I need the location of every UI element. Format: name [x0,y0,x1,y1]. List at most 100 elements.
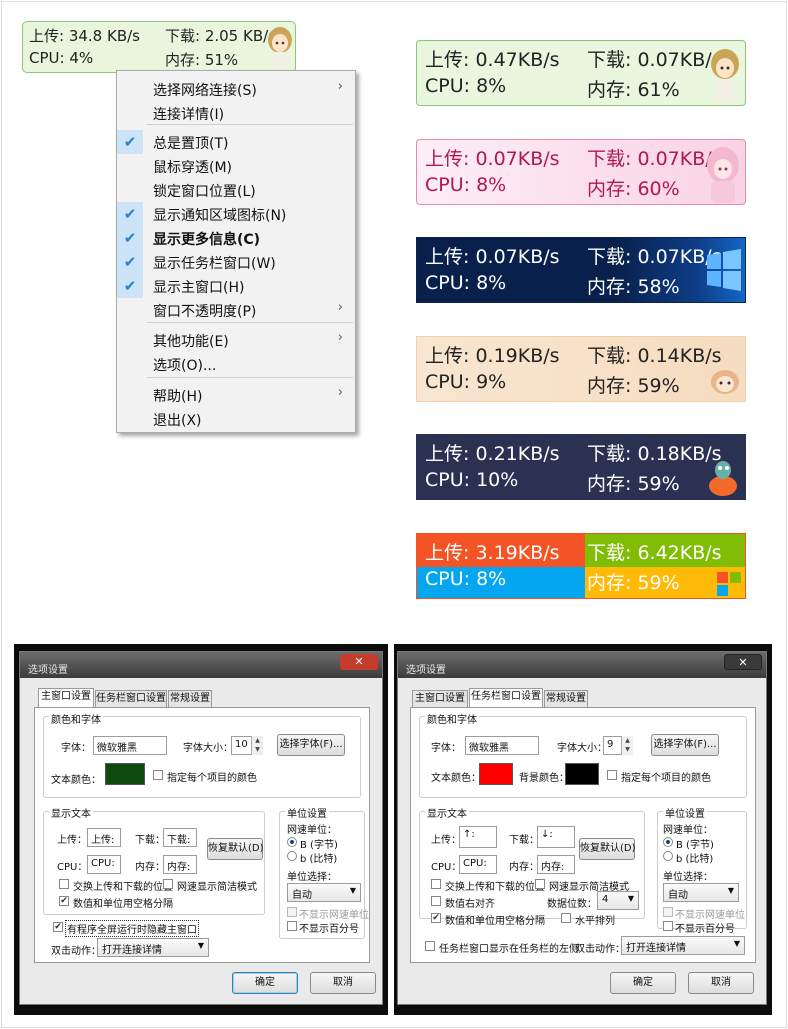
skin-up-text: 上传: 0.47KB/s [425,49,560,71]
value-right-checkbox[interactable] [431,896,441,906]
double-click-select[interactable]: 打开连接详情 ▼ [97,938,209,957]
font-name-field[interactable]: 微软雅黑 [93,736,167,755]
close-icon[interactable]: ✕ [340,654,378,670]
dialog-title: 选项设置 [406,665,446,676]
simple-speed-checkbox[interactable] [163,879,173,889]
menu-item[interactable]: ✔ 显示通知区域图标(N) [117,202,355,226]
bg-color-swatch[interactable] [565,763,599,785]
cancel-button[interactable]: 取消 [688,972,754,994]
space-unit-label: 数值和单位用空格分隔 [73,899,173,910]
unit-select-label: 单位选择： [287,872,337,883]
unit-select[interactable]: 自动 ▼ [663,883,739,902]
menu-item[interactable]: 连接详情(I) [117,101,355,125]
swap-updown-checkbox[interactable] [431,879,441,889]
space-unit-checkbox[interactable]: ✔ [431,913,441,923]
font-size-stepper[interactable]: ▲ ▼ [251,736,263,755]
tab-general[interactable]: 常规设置 [544,690,588,708]
font-name-field[interactable]: 微软雅黑 [465,736,539,755]
choose-font-button[interactable]: 选择字体(F)... [277,734,345,756]
text-color-swatch[interactable] [105,763,145,785]
skin-up-text: 上传: 0.21KB/s [425,443,560,465]
space-unit-checkbox[interactable]: ✔ [59,896,69,906]
upload-label: 上传： [431,835,461,846]
unit-byte-radio[interactable] [287,837,297,847]
restore-default-button[interactable]: 恢复默认(D) [579,838,636,860]
memory-text-field[interactable]: 内存: [163,855,197,874]
memory-label: 内存： [509,862,539,873]
digits-select[interactable]: 4 ▼ [597,891,639,910]
close-icon[interactable]: ✕ [724,654,762,670]
ok-button[interactable]: 确定 [232,972,298,994]
hide-percent-checkbox[interactable] [287,921,297,931]
menu-item[interactable]: ✔ 显示更多信息(C) [117,226,355,250]
menu-item[interactable]: 选择网络连接(S) › [117,77,355,101]
dialog-screenshot-taskbar: 选项设置 ✕ 主窗口设置 任务栏窗口设置 常规设置 颜色和字体 字体： 微软雅黑… [394,644,772,1015]
unit-byte-label: B (字节) [676,840,714,851]
font-size-stepper[interactable]: ▲ ▼ [621,736,633,755]
horizontal-checkbox[interactable] [561,913,571,923]
menu-item[interactable]: 退出(X) [117,407,355,431]
swap-updown-checkbox[interactable] [59,879,69,889]
tab-main-window[interactable]: 主窗口设置 [38,688,94,708]
download-text-field[interactable]: ↓: [537,826,575,848]
upload-text-field[interactable]: 上传: [87,828,121,847]
dialog-titlebar: 选项设置 ✕ [20,652,382,678]
skin-cpu-text: CPU: 8% [425,568,507,590]
menu-separator [147,322,353,323]
menu-item[interactable]: 其他功能(E) › [117,328,355,352]
chevron-down-icon: ▼ [627,894,634,903]
hide-speed-unit-checkbox[interactable] [663,907,673,917]
upload-text-field[interactable]: ↑: [459,826,497,848]
menu-item[interactable]: ✔ 显示主窗口(H) [117,274,355,298]
skin-cpu-text: CPU: 9% [425,371,507,393]
checkmark-icon: ✔ [117,130,143,154]
skin-mem-text: 内存: 59% [587,572,680,594]
ok-button[interactable]: 确定 [610,972,676,994]
hide-speed-unit-checkbox[interactable] [287,907,297,917]
cpu-label: CPU： [431,862,462,873]
menu-item[interactable]: 锁定窗口位置(L) [117,178,355,202]
cartoon-character-icon [711,370,739,394]
skin-cpu-text: CPU: 10% [425,469,519,491]
digits-label: 数据位数： [547,899,597,910]
simple-speed-checkbox[interactable] [535,879,545,889]
memory-usage: 内存: 51% [165,51,239,69]
hide-percent-checkbox[interactable] [663,921,673,931]
menu-item[interactable]: ✔ 总是置顶(T) [117,130,355,154]
menu-item-label: 帮助(H) [153,389,203,405]
choose-font-button[interactable]: 选择字体(F)... [651,734,719,756]
per-item-color-checkbox[interactable] [607,770,617,780]
text-color-swatch[interactable] [479,763,513,785]
cpu-text-field[interactable]: CPU: [87,855,121,874]
memory-text-field[interactable]: 内存: [537,855,575,874]
tab-main-window[interactable]: 主窗口设置 [412,690,468,708]
double-click-select[interactable]: 打开连接详情 ▼ [621,936,745,955]
menu-item[interactable]: 窗口不透明度(P) › [117,298,355,322]
tab-taskbar-window[interactable]: 任务栏窗口设置 [95,690,167,708]
horizontal-label: 水平排列 [575,916,615,927]
taskbar-left-checkbox[interactable] [425,941,435,951]
per-item-color-checkbox[interactable] [153,770,163,780]
skin-mem-text: 内存: 61% [587,79,680,101]
unit-bit-radio[interactable] [287,851,297,861]
restore-default-button[interactable]: 恢复默认(D) [207,838,264,860]
cpu-text-field[interactable]: CPU: [459,855,497,874]
unit-byte-radio[interactable] [663,837,673,847]
unit-bit-radio[interactable] [663,851,673,861]
text-color-label: 文本颜色： [431,773,481,784]
menu-item[interactable]: 鼠标穿透(M) [117,154,355,178]
hide-fullscreen-checkbox[interactable]: ✔ [53,922,63,932]
menu-item[interactable]: ✔ 显示任务栏窗口(W) [117,250,355,274]
cancel-button[interactable]: 取消 [310,972,376,994]
download-text-field[interactable]: 下载: [163,828,197,847]
traffic-monitor-window[interactable]: 上传: 34.8 KB/s 下载: 2.05 KB/s CPU: 4% 内存: … [22,21,296,73]
unit-select[interactable]: 自动 ▼ [287,883,361,902]
tab-general[interactable]: 常规设置 [168,690,212,708]
menu-item[interactable]: 选项(O)... [117,352,355,376]
chevron-down-icon: ▼ [727,886,734,895]
menu-item-label: 显示更多信息(C) [153,232,261,248]
menu-item[interactable]: 帮助(H) › [117,383,355,407]
skin-cpu-text: CPU: 8% [425,75,507,97]
tab-taskbar-window[interactable]: 任务栏窗口设置 [469,688,543,708]
skin-down-text: 下载: 0.14KB/s [587,345,722,367]
